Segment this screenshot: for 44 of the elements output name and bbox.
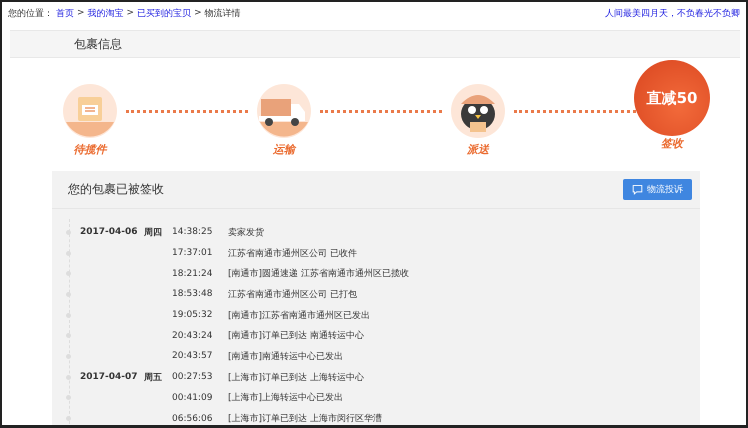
truck-icon <box>257 84 311 138</box>
event-description: [上海市]上海转运中心已发出 <box>228 392 344 404</box>
event-time: 00:27:53 <box>172 372 214 382</box>
breadcrumb-link[interactable]: 首页 <box>56 6 74 20</box>
breadcrumb-label: 您的位置： <box>8 8 53 20</box>
breadcrumb-link[interactable]: 我的淘宝 <box>88 6 124 20</box>
event-description: [上海市]订单已到达 上海转运中心 <box>228 372 364 384</box>
event-time: 06:56:06 <box>172 414 214 424</box>
event-description: 卖家发货 <box>228 226 264 239</box>
event-time: 19:05:32 <box>172 310 214 320</box>
panel-title: 您的包裹已被签收 <box>68 181 164 198</box>
step-label: 待揽件 <box>74 142 106 157</box>
breadcrumb-separator: > <box>77 8 85 18</box>
breadcrumb-separator: > <box>194 8 202 18</box>
event-time: 18:53:48 <box>172 289 214 300</box>
breadcrumb-current: 物流详情 <box>204 8 241 20</box>
penguin-courier-icon <box>451 84 505 138</box>
event-time: 00:41:09 <box>172 392 214 403</box>
event-time: 20:43:57 <box>172 351 214 362</box>
event-description: [南通市]江苏省南通市通州区已发出 <box>228 310 370 322</box>
package-icon <box>63 84 117 138</box>
event-description: 江苏省南通市通州区公司 已打包 <box>228 288 357 301</box>
step-label: 运输 <box>273 142 295 157</box>
event-weekday: 周四 <box>144 228 162 238</box>
event-description: [上海市]订单已到达 上海市闵行区华漕 <box>228 412 382 425</box>
event-date: 2017-04-06 <box>80 227 138 238</box>
event-description: [南通市]订单已到达 南通转运中心 <box>228 330 364 342</box>
event-description: [南通市]圆通速递 江苏省南通市通州区已揽收 <box>228 268 409 280</box>
event-time: 20:43:24 <box>172 330 214 341</box>
breadcrumb-link[interactable]: 已买到的宝贝 <box>137 6 192 20</box>
step-label: 派送 <box>467 142 489 157</box>
breadcrumb-separator: > <box>126 8 134 18</box>
event-description: [南通市]南通转运中心已发出 <box>228 350 344 363</box>
step-label: 签收 <box>661 136 683 151</box>
speech-bubble-icon <box>632 184 643 195</box>
event-date: 2017-04-07 <box>80 372 138 382</box>
complaint-button[interactable]: 物流投诉 <box>623 179 692 200</box>
section-title: 包裹信息 <box>74 36 122 52</box>
event-time: 14:38:25 <box>172 227 214 238</box>
event-time: 18:21:24 <box>172 268 214 279</box>
event-weekday: 周五 <box>144 372 162 383</box>
event-time: 17:37:01 <box>172 248 214 258</box>
slogan-link[interactable]: 人间最美四月天，不负春光不负卿 <box>605 6 740 20</box>
event-description: 江苏省南通市通州区公司 已收件 <box>228 248 357 260</box>
